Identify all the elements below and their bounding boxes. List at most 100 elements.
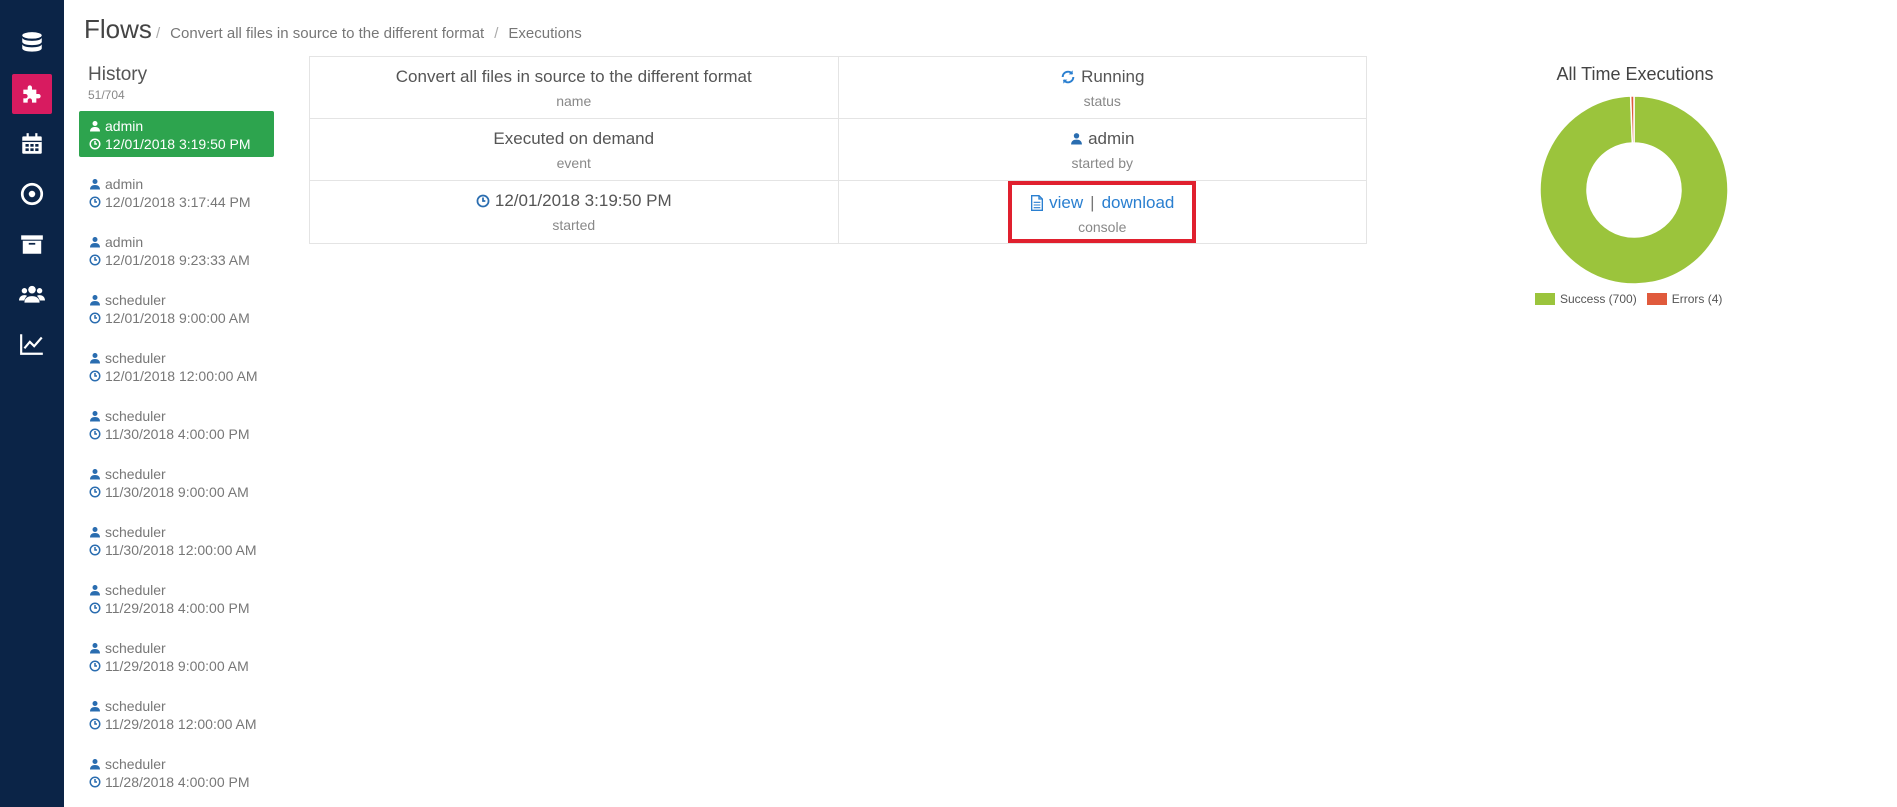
console-label: console xyxy=(1078,219,1127,235)
started-by-value: admin xyxy=(1088,128,1135,148)
history-time: 11/30/2018 12:00:00 AM xyxy=(105,542,257,558)
nav-explore[interactable] xyxy=(12,174,52,214)
history-user: admin xyxy=(105,234,144,250)
history-item[interactable]: scheduler 12/01/2018 9:00:00 AM xyxy=(79,285,274,331)
refresh-icon xyxy=(1061,69,1075,84)
breadcrumb-separator: / xyxy=(156,25,161,42)
chart-title: All Time Executions xyxy=(1556,64,1714,84)
breadcrumb-flow[interactable]: Convert all files in source to the diffe… xyxy=(170,25,484,42)
history-item[interactable]: scheduler 12/01/2018 12:00:00 AM xyxy=(79,343,274,389)
link-separator: | xyxy=(1090,193,1095,212)
history-item[interactable]: admin 12/01/2018 3:17:44 PM xyxy=(79,169,274,215)
started-label: started xyxy=(552,217,596,233)
history-user: scheduler xyxy=(105,698,166,714)
history-time: 11/30/2018 9:00:00 AM xyxy=(105,484,249,500)
history-count: 51/704 xyxy=(88,88,125,102)
history-user: scheduler xyxy=(105,524,166,540)
clock-icon xyxy=(89,370,101,382)
history-item[interactable]: scheduler 11/29/2018 4:00:00 PM xyxy=(79,575,274,621)
history-list: admin 12/01/2018 3:19:50 PM admin 12/01/201… xyxy=(79,111,274,807)
status-label: status xyxy=(1083,92,1121,109)
history-item[interactable]: admin 12/01/2018 3:19:50 PM xyxy=(79,111,274,157)
user-icon xyxy=(90,701,100,712)
legend-item-success[interactable]: Success (700) xyxy=(1535,292,1637,306)
user-icon xyxy=(90,411,100,422)
breadcrumb-executions: Executions xyxy=(508,25,582,42)
history-user: admin xyxy=(105,118,144,134)
nav-database[interactable] xyxy=(12,23,52,63)
history-item[interactable]: scheduler 11/30/2018 9:00:00 AM xyxy=(79,459,274,505)
user-icon xyxy=(90,469,100,480)
legend-label: Errors (4) xyxy=(1671,292,1723,306)
line-chart-icon xyxy=(20,334,43,355)
event-cell: Executed on demand event xyxy=(309,118,839,181)
history-item[interactable]: scheduler 11/30/2018 4:00:00 PM xyxy=(79,401,274,447)
nav-flows[interactable] xyxy=(12,74,52,114)
archive-icon xyxy=(21,235,43,254)
history-time: 11/29/2018 12:00:00 AM xyxy=(105,716,257,732)
history-item[interactable]: scheduler 11/29/2018 12:00:00 AM xyxy=(79,691,274,737)
history-time: 11/30/2018 4:00:00 PM xyxy=(105,426,250,442)
clock-icon xyxy=(89,254,101,266)
console-highlight: view | download console xyxy=(1008,181,1197,243)
nav-users[interactable] xyxy=(12,274,52,314)
event-label: event xyxy=(556,154,591,171)
user-icon xyxy=(90,585,100,596)
started-by-label: started by xyxy=(1071,154,1133,171)
console-cell: view | download console xyxy=(837,180,1367,244)
clock-icon xyxy=(89,486,101,498)
compass-icon xyxy=(20,182,44,206)
user-icon xyxy=(1071,133,1083,145)
legend-label: Success (700) xyxy=(1560,292,1637,306)
history-item[interactable]: scheduler 11/28/2018 4:00:00 PM xyxy=(79,749,274,795)
clock-icon xyxy=(89,312,101,324)
history-user: scheduler xyxy=(105,292,166,308)
history-item[interactable]: admin 12/01/2018 9:23:33 AM xyxy=(79,227,274,273)
history-time: 11/29/2018 4:00:00 PM xyxy=(105,600,250,616)
name-label: name xyxy=(556,92,592,109)
history-user: scheduler xyxy=(105,640,166,656)
legend-swatch xyxy=(1646,293,1667,305)
history-user: scheduler xyxy=(105,408,166,424)
status-value: Running xyxy=(1081,66,1145,86)
history-title: History xyxy=(88,64,148,85)
clock-icon xyxy=(89,660,101,672)
legend-item-errors[interactable]: Errors (4) xyxy=(1646,292,1723,306)
history-user: scheduler xyxy=(105,466,166,482)
history-header: History 51/704 xyxy=(88,64,147,102)
users-icon xyxy=(19,285,45,303)
history-time: 12/01/2018 12:00:00 AM xyxy=(105,368,258,384)
executions-donut-chart xyxy=(1539,95,1729,285)
breadcrumb-separator: / xyxy=(494,25,499,42)
history-user: scheduler xyxy=(105,582,166,598)
nav-archive[interactable] xyxy=(12,224,52,264)
history-time: 11/28/2018 4:00:00 PM xyxy=(105,774,250,790)
user-icon xyxy=(90,295,100,306)
started-cell: 12/01/2018 3:19:50 PM started xyxy=(309,180,839,244)
view-console-link[interactable]: view xyxy=(1049,193,1083,213)
nav-stats[interactable] xyxy=(12,324,52,364)
user-icon xyxy=(90,121,100,132)
history-item[interactable]: scheduler 11/29/2018 9:00:00 AM xyxy=(79,633,274,679)
history-user: scheduler xyxy=(105,350,166,366)
history-time: 12/01/2018 9:00:00 AM xyxy=(105,310,250,326)
breadcrumb: / Convert all files in source to the dif… xyxy=(156,25,582,42)
execution-details: Convert all files in source to the diffe… xyxy=(309,56,1367,244)
side-nav xyxy=(0,0,64,807)
clock-icon xyxy=(89,544,101,556)
user-icon xyxy=(90,237,100,248)
name-cell: Convert all files in source to the diffe… xyxy=(309,56,839,119)
event-value: Executed on demand xyxy=(493,128,655,148)
history-time: 12/01/2018 3:19:50 PM xyxy=(105,136,251,152)
user-icon xyxy=(90,179,100,190)
download-console-link[interactable]: download xyxy=(1102,193,1175,213)
started-by-cell: admin started by xyxy=(837,118,1367,181)
user-icon xyxy=(90,759,100,770)
clock-icon xyxy=(89,428,101,440)
database-icon xyxy=(22,32,42,52)
file-icon xyxy=(1031,195,1044,211)
clock-icon xyxy=(89,776,101,788)
history-user: scheduler xyxy=(105,756,166,772)
nav-schedules[interactable] xyxy=(12,124,52,164)
history-item[interactable]: scheduler 11/30/2018 12:00:00 AM xyxy=(79,517,274,563)
